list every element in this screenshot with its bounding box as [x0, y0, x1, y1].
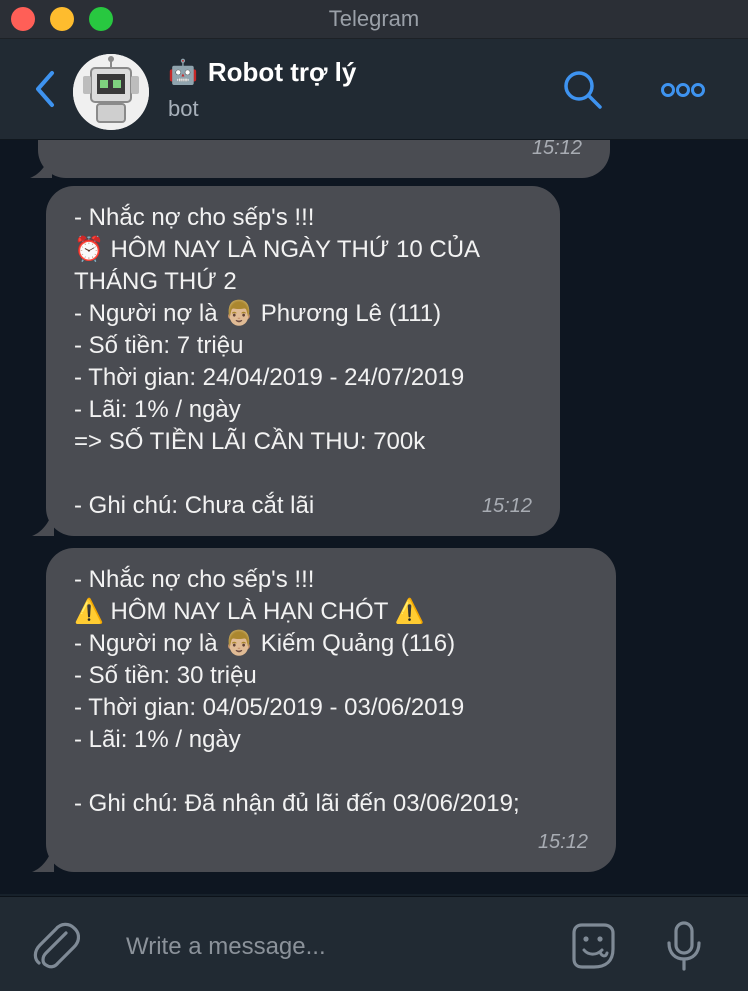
chat-title[interactable]: 🤖 Robot trợ lý: [168, 57, 356, 88]
more-button[interactable]: [660, 79, 706, 101]
more-icon: [661, 83, 705, 97]
mic-icon: [667, 921, 701, 971]
message-input[interactable]: Write a message...: [126, 933, 326, 961]
message-bubble[interactable]: - Nhắc nợ cho sếp's !!! ⚠️ HÔM NAY LÀ HẠ…: [46, 548, 616, 872]
message-composer: Write a message...: [0, 896, 748, 991]
message-text: - Nhắc nợ cho sếp's !!! ⚠️ HÔM NAY LÀ HẠ…: [74, 566, 520, 817]
message-bubble[interactable]: 15:12: [38, 140, 610, 178]
bubble-tail: [32, 510, 54, 536]
message-time: 15:12: [537, 831, 588, 853]
chat-header: 🤖 Robot trợ lý bot: [0, 39, 748, 140]
window-titlebar: Telegram: [0, 0, 748, 39]
robot-avatar-icon: [73, 54, 149, 130]
avatar[interactable]: [73, 54, 149, 130]
message-bubble[interactable]: - Nhắc nợ cho sếp's !!! ⏰ HÔM NAY LÀ NGÀ…: [46, 186, 560, 536]
chat-name: Robot trợ lý: [207, 57, 357, 87]
robot-emoji-icon: 🤖: [168, 59, 198, 86]
back-button[interactable]: [30, 69, 60, 109]
search-button[interactable]: [562, 69, 604, 111]
chat-subtitle: bot: [168, 96, 199, 121]
message-time: 15:12: [481, 495, 532, 517]
bubble-tail: [30, 152, 52, 178]
bubble-tail: [32, 846, 54, 872]
message-list[interactable]: 15:12 - Nhắc nợ cho sếp's !!! ⏰ HÔM NAY …: [0, 140, 748, 894]
search-icon: [564, 71, 602, 109]
message-text: - Nhắc nợ cho sếp's !!! ⏰ HÔM NAY LÀ NGÀ…: [74, 204, 481, 519]
voice-button[interactable]: [664, 919, 704, 973]
message-time: 15:12: [531, 140, 582, 159]
window-title: Telegram: [328, 6, 420, 31]
attach-button[interactable]: [30, 919, 81, 971]
attach-icon: [33, 922, 81, 969]
back-arrow-icon: [36, 71, 54, 107]
sticker-icon: [572, 923, 615, 969]
sticker-button[interactable]: [566, 919, 620, 973]
